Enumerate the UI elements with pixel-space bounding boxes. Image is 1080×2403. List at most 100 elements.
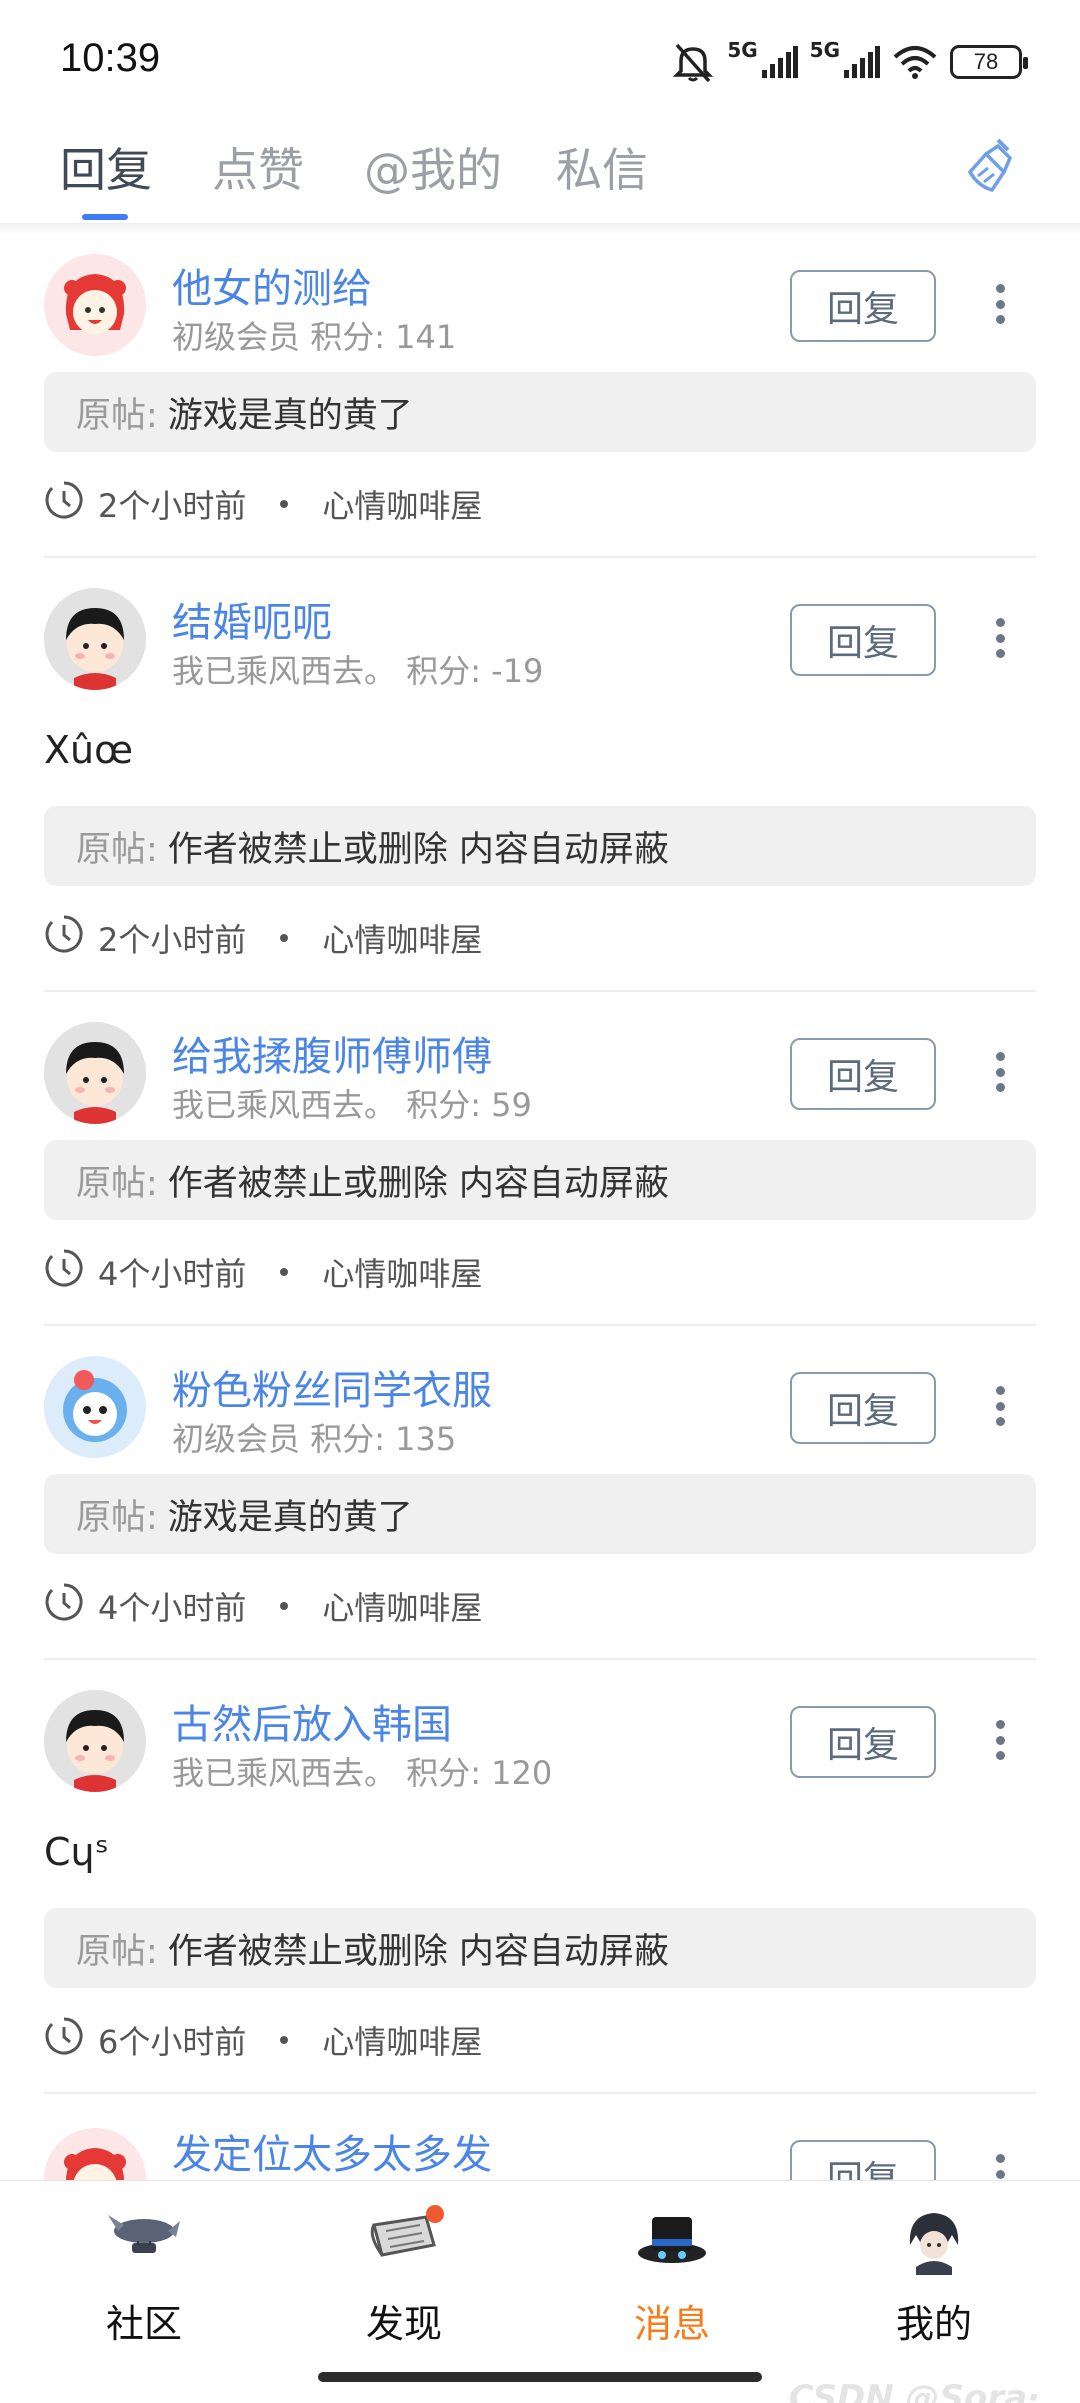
username[interactable]: 古然后放入韩国: [172, 1692, 452, 1750]
user-points: 积分: 135: [310, 1420, 457, 1458]
nav-label: 消息: [633, 2302, 710, 2346]
post-time: 2个小时前: [98, 487, 247, 525]
tab-private-messages[interactable]: 私信: [556, 134, 648, 200]
user-points: 积分: 59: [406, 1086, 532, 1124]
original-post-label: 原帖:: [76, 1931, 158, 1972]
more-options-icon[interactable]: [980, 1376, 1020, 1436]
nav-discover[interactable]: 发现: [324, 2205, 484, 2348]
original-post-text: 游戏是真的黄了: [167, 1497, 413, 1538]
reply-button[interactable]: 回复: [790, 1372, 936, 1444]
nav-label: 我的: [895, 2302, 972, 2346]
user-level: 我已乘风西去。: [172, 1754, 397, 1792]
avatar[interactable]: [44, 1022, 146, 1124]
original-post[interactable]: 原帖: 作者被禁止或删除 内容自动屏蔽: [44, 806, 1036, 886]
separator-dot: [280, 1602, 289, 1610]
forum-name[interactable]: 心情咖啡屋: [322, 1249, 482, 1295]
broom-icon[interactable]: [964, 136, 1020, 200]
divider: [44, 1324, 1036, 1326]
forum-name[interactable]: 心情咖啡屋: [322, 915, 482, 961]
reply-button[interactable]: 回复: [790, 270, 936, 342]
character-icon: [894, 2205, 974, 2275]
reply-button[interactable]: 回复: [790, 2140, 936, 2180]
username[interactable]: 粉色粉丝同学衣服: [172, 1358, 492, 1416]
nav-messages[interactable]: 消息: [592, 2205, 752, 2348]
more-options-icon[interactable]: [980, 274, 1020, 334]
separator-dot: [280, 500, 289, 508]
user-meta: 初级会员 积分: 135: [172, 1414, 456, 1460]
clock-icon: [44, 1582, 84, 1630]
battery-icon: 78: [950, 45, 1028, 79]
separator-dot: [280, 2036, 289, 2044]
reply-content: Χûœ: [44, 728, 133, 772]
username[interactable]: 结婚呃呃: [172, 590, 332, 648]
post-info: 2个小时前 心情咖啡屋: [44, 914, 482, 962]
username[interactable]: 发定位太多太多发: [172, 2122, 492, 2180]
avatar[interactable]: [44, 588, 146, 690]
nav-label: 发现: [365, 2302, 442, 2346]
original-post[interactable]: 原帖: 游戏是真的黄了: [44, 1474, 1036, 1554]
separator-dot: [280, 934, 289, 942]
avatar[interactable]: [44, 254, 146, 356]
top-hat-icon: [632, 2205, 712, 2275]
more-options-icon[interactable]: [980, 2144, 1020, 2180]
user-points: 积分: 141: [310, 318, 457, 356]
forum-name[interactable]: 心情咖啡屋: [322, 2017, 482, 2063]
original-post-text: 作者被禁止或删除 内容自动屏蔽: [167, 1163, 669, 1204]
tab-mentions[interactable]: @我的: [364, 134, 502, 200]
user-meta: 我已乘风西去。 积分: 59: [172, 1080, 532, 1126]
signal-icon: [844, 46, 880, 78]
message-tabs: 回复 点赞 @我的 私信: [0, 120, 1080, 224]
original-post[interactable]: 原帖: 游戏是真的黄了: [44, 372, 1036, 452]
user-points: 积分: 120: [406, 1754, 553, 1792]
more-options-icon[interactable]: [980, 1042, 1020, 1102]
user-meta: 我已乘风西去。 积分: -19: [172, 646, 543, 692]
notification-badge: [426, 2205, 444, 2223]
original-post-text: 游戏是真的黄了: [167, 395, 413, 436]
forum-name[interactable]: 心情咖啡屋: [322, 1583, 482, 1629]
post-time: 4个小时前: [98, 1255, 247, 1293]
username[interactable]: 给我揉腹师傅师傅: [172, 1024, 492, 1082]
more-options-icon[interactable]: [980, 608, 1020, 668]
original-post-text: 作者被禁止或删除 内容自动屏蔽: [167, 829, 669, 870]
divider: [44, 2092, 1036, 2094]
tabs-shadow: [0, 224, 1080, 236]
reply-button[interactable]: 回复: [790, 1038, 936, 1110]
user-meta: 初级会员 积分: 141: [172, 312, 456, 358]
separator-dot: [280, 1268, 289, 1276]
more-options-icon[interactable]: [980, 1710, 1020, 1770]
clock-icon: [44, 480, 84, 528]
signal-icon: [761, 46, 798, 78]
bottom-nav: 社区 发现 消息 我的: [0, 2180, 1080, 2403]
network-label-2: 5G: [809, 38, 840, 62]
original-post-label: 原帖:: [76, 395, 158, 436]
original-post[interactable]: 原帖: 作者被禁止或删除 内容自动屏蔽: [44, 1140, 1036, 1220]
original-post[interactable]: 原帖: 作者被禁止或删除 内容自动屏蔽: [44, 1908, 1036, 1988]
post-info: 4个小时前 心情咖啡屋: [44, 1248, 482, 1296]
nav-profile[interactable]: 我的: [854, 2205, 1014, 2348]
clock-icon: [44, 914, 84, 962]
reply-button[interactable]: 回复: [790, 604, 936, 676]
username[interactable]: 他女的测给: [172, 256, 372, 314]
network-label-1: 5G: [727, 38, 758, 62]
user-meta: 我已乘风西去。 积分: 120: [172, 1748, 552, 1794]
reply-button[interactable]: 回复: [790, 1706, 936, 1778]
home-indicator[interactable]: [318, 2372, 762, 2382]
original-post-label: 原帖:: [76, 1163, 158, 1204]
user-points: 积分: -19: [406, 652, 544, 690]
tab-likes[interactable]: 点赞: [212, 134, 304, 200]
avatar[interactable]: [44, 1690, 146, 1792]
post-time: 2个小时前: [98, 921, 247, 959]
status-icons: 5G 5G 78: [671, 38, 1028, 84]
clock-icon: [44, 1248, 84, 1296]
list-item[interactable]: 发定位太多太多发 回复: [0, 2120, 1080, 2180]
avatar[interactable]: [44, 2128, 146, 2180]
airship-icon: [104, 2205, 184, 2275]
forum-name[interactable]: 心情咖啡屋: [322, 481, 482, 527]
watermark: CSDN @Sora·: [788, 2378, 1040, 2403]
nav-community[interactable]: 社区: [64, 2205, 224, 2348]
status-time: 10:39: [60, 36, 161, 80]
tab-reply[interactable]: 回复: [60, 134, 152, 200]
original-post-text: 作者被禁止或删除 内容自动屏蔽: [167, 1931, 669, 1972]
post-time: 4个小时前: [98, 1589, 247, 1627]
avatar[interactable]: [44, 1356, 146, 1458]
